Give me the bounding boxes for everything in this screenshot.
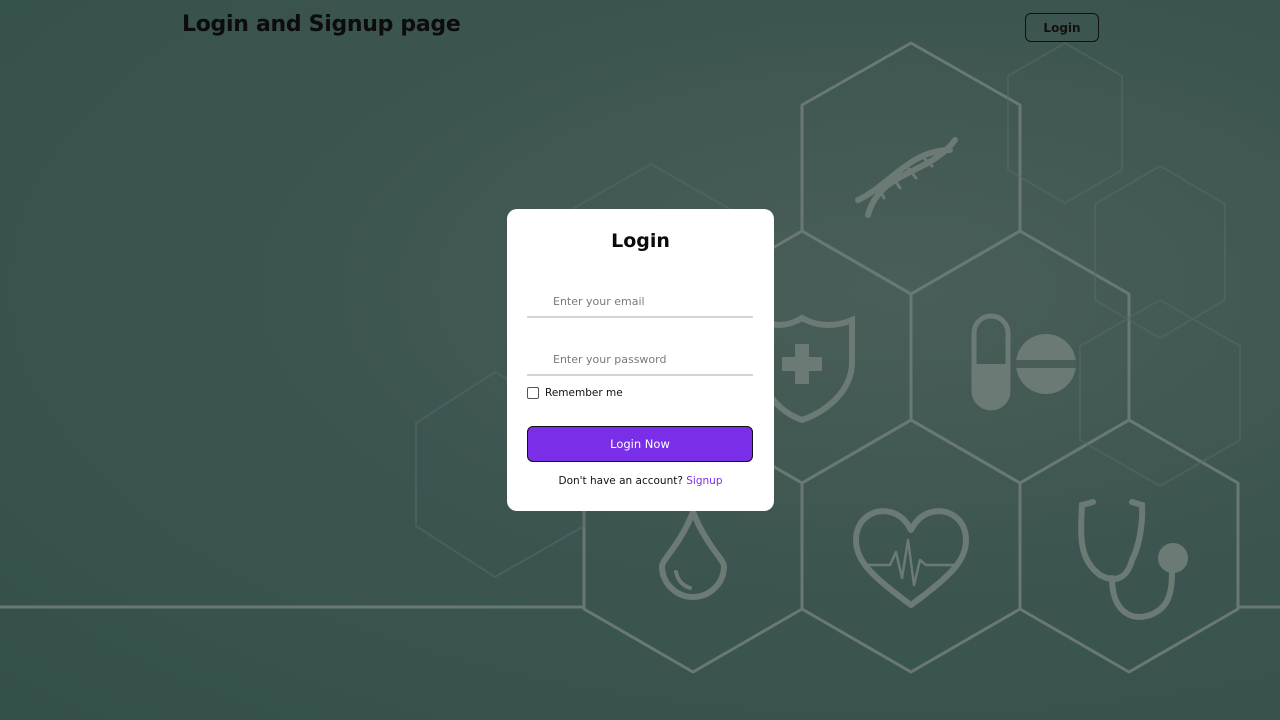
hexagon <box>1018 418 1240 674</box>
signup-prompt-text: Don't have an account? <box>558 475 683 487</box>
hexagon <box>800 418 1022 674</box>
remember-me-label[interactable]: Remember me <box>545 387 623 399</box>
login-card-title: Login <box>611 230 670 252</box>
login-now-button[interactable]: Login Now <box>527 426 753 462</box>
hexagon-faint <box>1094 164 1226 340</box>
remember-me-row: Remember me <box>527 387 623 399</box>
email-field-wrapper <box>527 286 753 318</box>
hexagon-faint <box>1079 298 1241 488</box>
remember-me-checkbox[interactable] <box>527 387 539 399</box>
pill-icon <box>971 313 1076 411</box>
hexagon-faint <box>1007 41 1123 205</box>
header-login-button[interactable]: Login <box>1025 13 1099 42</box>
heartbeat-icon <box>853 508 969 608</box>
login-card: Login Remember me Login Now Don't have a… <box>507 209 774 511</box>
page-title: Login and Signup page <box>182 12 461 37</box>
signup-prompt: Don't have an account? Signup <box>507 475 774 487</box>
email-input[interactable] <box>527 286 753 316</box>
dna-icon <box>855 137 958 218</box>
blood-drop-icon <box>658 503 728 600</box>
stethoscope-icon <box>1078 499 1188 620</box>
password-field-wrapper <box>527 344 753 376</box>
signup-link[interactable]: Signup <box>686 475 722 487</box>
password-input[interactable] <box>527 344 753 374</box>
page: Login and Signup page Login Login Rememb… <box>0 0 1280 720</box>
